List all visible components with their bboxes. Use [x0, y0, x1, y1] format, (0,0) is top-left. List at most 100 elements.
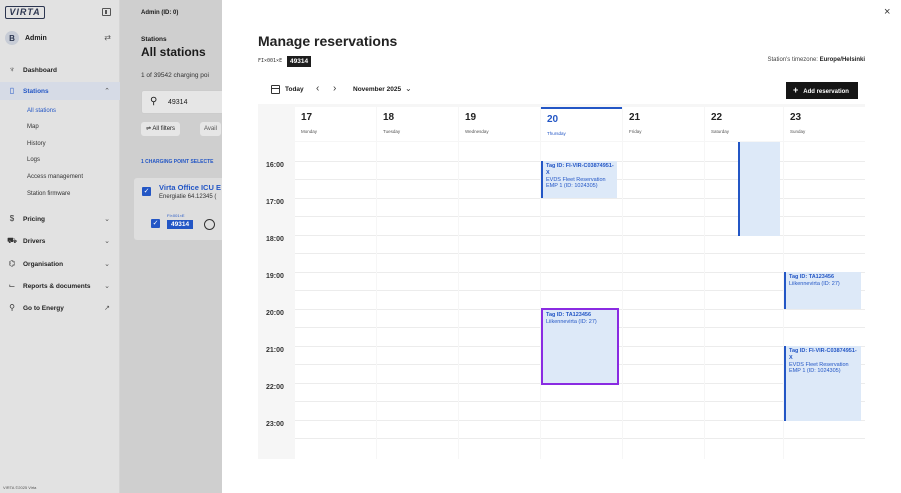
grid-line — [705, 308, 783, 310]
reports-icon: ⌙ — [8, 281, 16, 290]
grid-line — [377, 364, 458, 365]
grid-line — [295, 401, 376, 402]
grid-line — [705, 382, 783, 384]
grid-line — [295, 179, 376, 180]
sub-history[interactable]: History — [27, 141, 46, 147]
station-address: Energiatie 64.12345 ( — [159, 194, 217, 200]
grid-line — [541, 234, 622, 236]
nav-label: Reports & documents — [23, 282, 91, 290]
reservation-event-selected[interactable]: Tag ID: TA123456 Liikennevirta (ID: 27) — [541, 308, 619, 385]
chevron-left-icon[interactable]: ‹ — [316, 83, 319, 94]
footer-copyright: VIRTA ©2025 Virta — [3, 485, 37, 490]
charging-point-id[interactable]: 49314 — [167, 220, 194, 229]
sub-logs[interactable]: Logs — [27, 157, 40, 163]
time-label: 19:00 — [266, 273, 284, 280]
collapse-sidebar-icon[interactable] — [102, 8, 111, 16]
grid-line — [541, 271, 622, 273]
nav-dashboard[interactable]: ♆ Dashboard — [0, 61, 120, 79]
day-number: 19 — [465, 112, 477, 123]
grid-line — [459, 271, 540, 273]
grid-line — [377, 216, 458, 217]
grid-line — [541, 253, 622, 254]
reservation-event[interactable]: Tag ID: FI-VIR-C03874951-X EVDS Fleet Re… — [541, 161, 617, 198]
grid-line — [541, 438, 622, 439]
chevron-down-icon[interactable]: ⌄ — [405, 84, 412, 93]
search-value: 49314 — [168, 99, 188, 106]
grid-line — [459, 327, 540, 328]
grid-line — [377, 382, 458, 384]
grid-line — [377, 438, 458, 439]
grid-line — [705, 364, 783, 365]
day-header-today: 20 Thursday — [541, 107, 622, 141]
nav-organisation[interactable]: ⌬ Organisation ⌄ — [0, 255, 120, 273]
add-reservation-button[interactable]: + Add reservation — [786, 82, 858, 99]
switch-account-icon[interactable]: ⇄ — [104, 33, 111, 42]
grid-line — [295, 160, 376, 162]
grid-line — [459, 234, 540, 236]
breadcrumb[interactable]: Stations — [141, 36, 167, 43]
grid-line — [377, 197, 458, 199]
grid-line — [705, 253, 783, 254]
station-checkbox[interactable]: ✓ — [142, 187, 151, 196]
chevron-right-icon[interactable]: › — [333, 83, 336, 94]
close-icon[interactable]: × — [884, 6, 890, 18]
day-name: Friday — [629, 129, 642, 134]
charging-point-checkbox[interactable]: ✓ — [151, 219, 160, 228]
drivers-icon: ⛟ — [7, 236, 18, 245]
time-label: 20:00 — [266, 310, 284, 317]
virta-logo[interactable]: VIRTA — [5, 6, 45, 19]
grid-line — [623, 345, 704, 347]
station-name[interactable]: Virta Office ICU E — [159, 183, 221, 192]
avatar: B — [5, 31, 19, 45]
grid-line — [295, 382, 376, 384]
day-column[interactable] — [377, 142, 458, 459]
nav-go-to-energy[interactable]: ⚲ Go to Energy ↗ — [0, 299, 120, 317]
grid-line — [705, 271, 783, 273]
grid-line — [377, 290, 458, 291]
sub-access-management[interactable]: Access management — [27, 174, 83, 180]
grid-line — [459, 197, 540, 199]
month-selector[interactable]: November 2025 — [353, 86, 401, 93]
sub-station-firmware[interactable]: Station firmware — [27, 191, 70, 197]
grid-line — [377, 253, 458, 254]
day-name: Tuesday — [383, 129, 401, 134]
station-card[interactable]: ✓ Virta Office ICU E Energiatie 64.12345… — [134, 178, 222, 240]
availability-filter[interactable]: Avail — [200, 122, 221, 136]
nav-reports[interactable]: ⌙ Reports & documents ⌄ — [0, 277, 120, 295]
user-menu[interactable]: B Admin ⇄ — [5, 30, 113, 46]
time-label: 18:00 — [266, 236, 284, 243]
search-input[interactable]: ⚲ 49314 — [141, 90, 222, 114]
grid-line — [459, 308, 540, 310]
today-button[interactable]: Today — [285, 86, 304, 93]
event-description: EVDS Fleet Reservation EMP 1 (ID: 102430… — [546, 176, 606, 190]
reservation-event[interactable] — [738, 142, 780, 236]
reservation-event[interactable]: Tag ID: TA123456 Liikennevirta (ID: 27) — [784, 272, 861, 309]
grid-line — [295, 308, 376, 310]
nav-label: Dashboard — [23, 66, 57, 74]
nav-stations[interactable]: ▯ Stations ⌃ — [0, 82, 120, 100]
day-column[interactable] — [459, 142, 540, 459]
sub-all-stations[interactable]: All stations — [27, 108, 56, 114]
calendar-icon[interactable] — [271, 85, 280, 94]
grid-line — [377, 271, 458, 273]
day-name: Thursday — [547, 131, 566, 136]
day-column[interactable] — [295, 142, 376, 459]
filters-button[interactable]: ⇌ All filters — [141, 122, 181, 136]
grid-line — [377, 308, 458, 310]
day-column[interactable] — [623, 142, 704, 459]
grid-line — [784, 253, 865, 254]
modal-title: Manage reservations — [258, 33, 398, 49]
nav-drivers[interactable]: ⛟ Drivers ⌄ — [0, 232, 120, 250]
sidebar: VIRTA B Admin ⇄ ♆ Dashboard ▯ Stations ⌃… — [0, 0, 120, 493]
grid-line — [623, 308, 704, 310]
organisation-icon: ⌬ — [8, 259, 16, 268]
grid-line — [459, 382, 540, 384]
sub-map[interactable]: Map — [27, 124, 39, 130]
grid-line — [705, 419, 783, 421]
reservation-event[interactable]: Tag ID: FI-VIR-C03874951-X EVDS Fleet Re… — [784, 346, 861, 421]
reservation-calendar: Today ‹ › November 2025 ⌄ + Add reservati… — [258, 76, 865, 459]
charging-point-id: 49314 — [287, 56, 312, 67]
event-tag: Tag ID: TA123456 — [546, 312, 592, 318]
nav-pricing[interactable]: $ Pricing ⌄ — [0, 210, 120, 228]
grid-line — [459, 438, 540, 439]
